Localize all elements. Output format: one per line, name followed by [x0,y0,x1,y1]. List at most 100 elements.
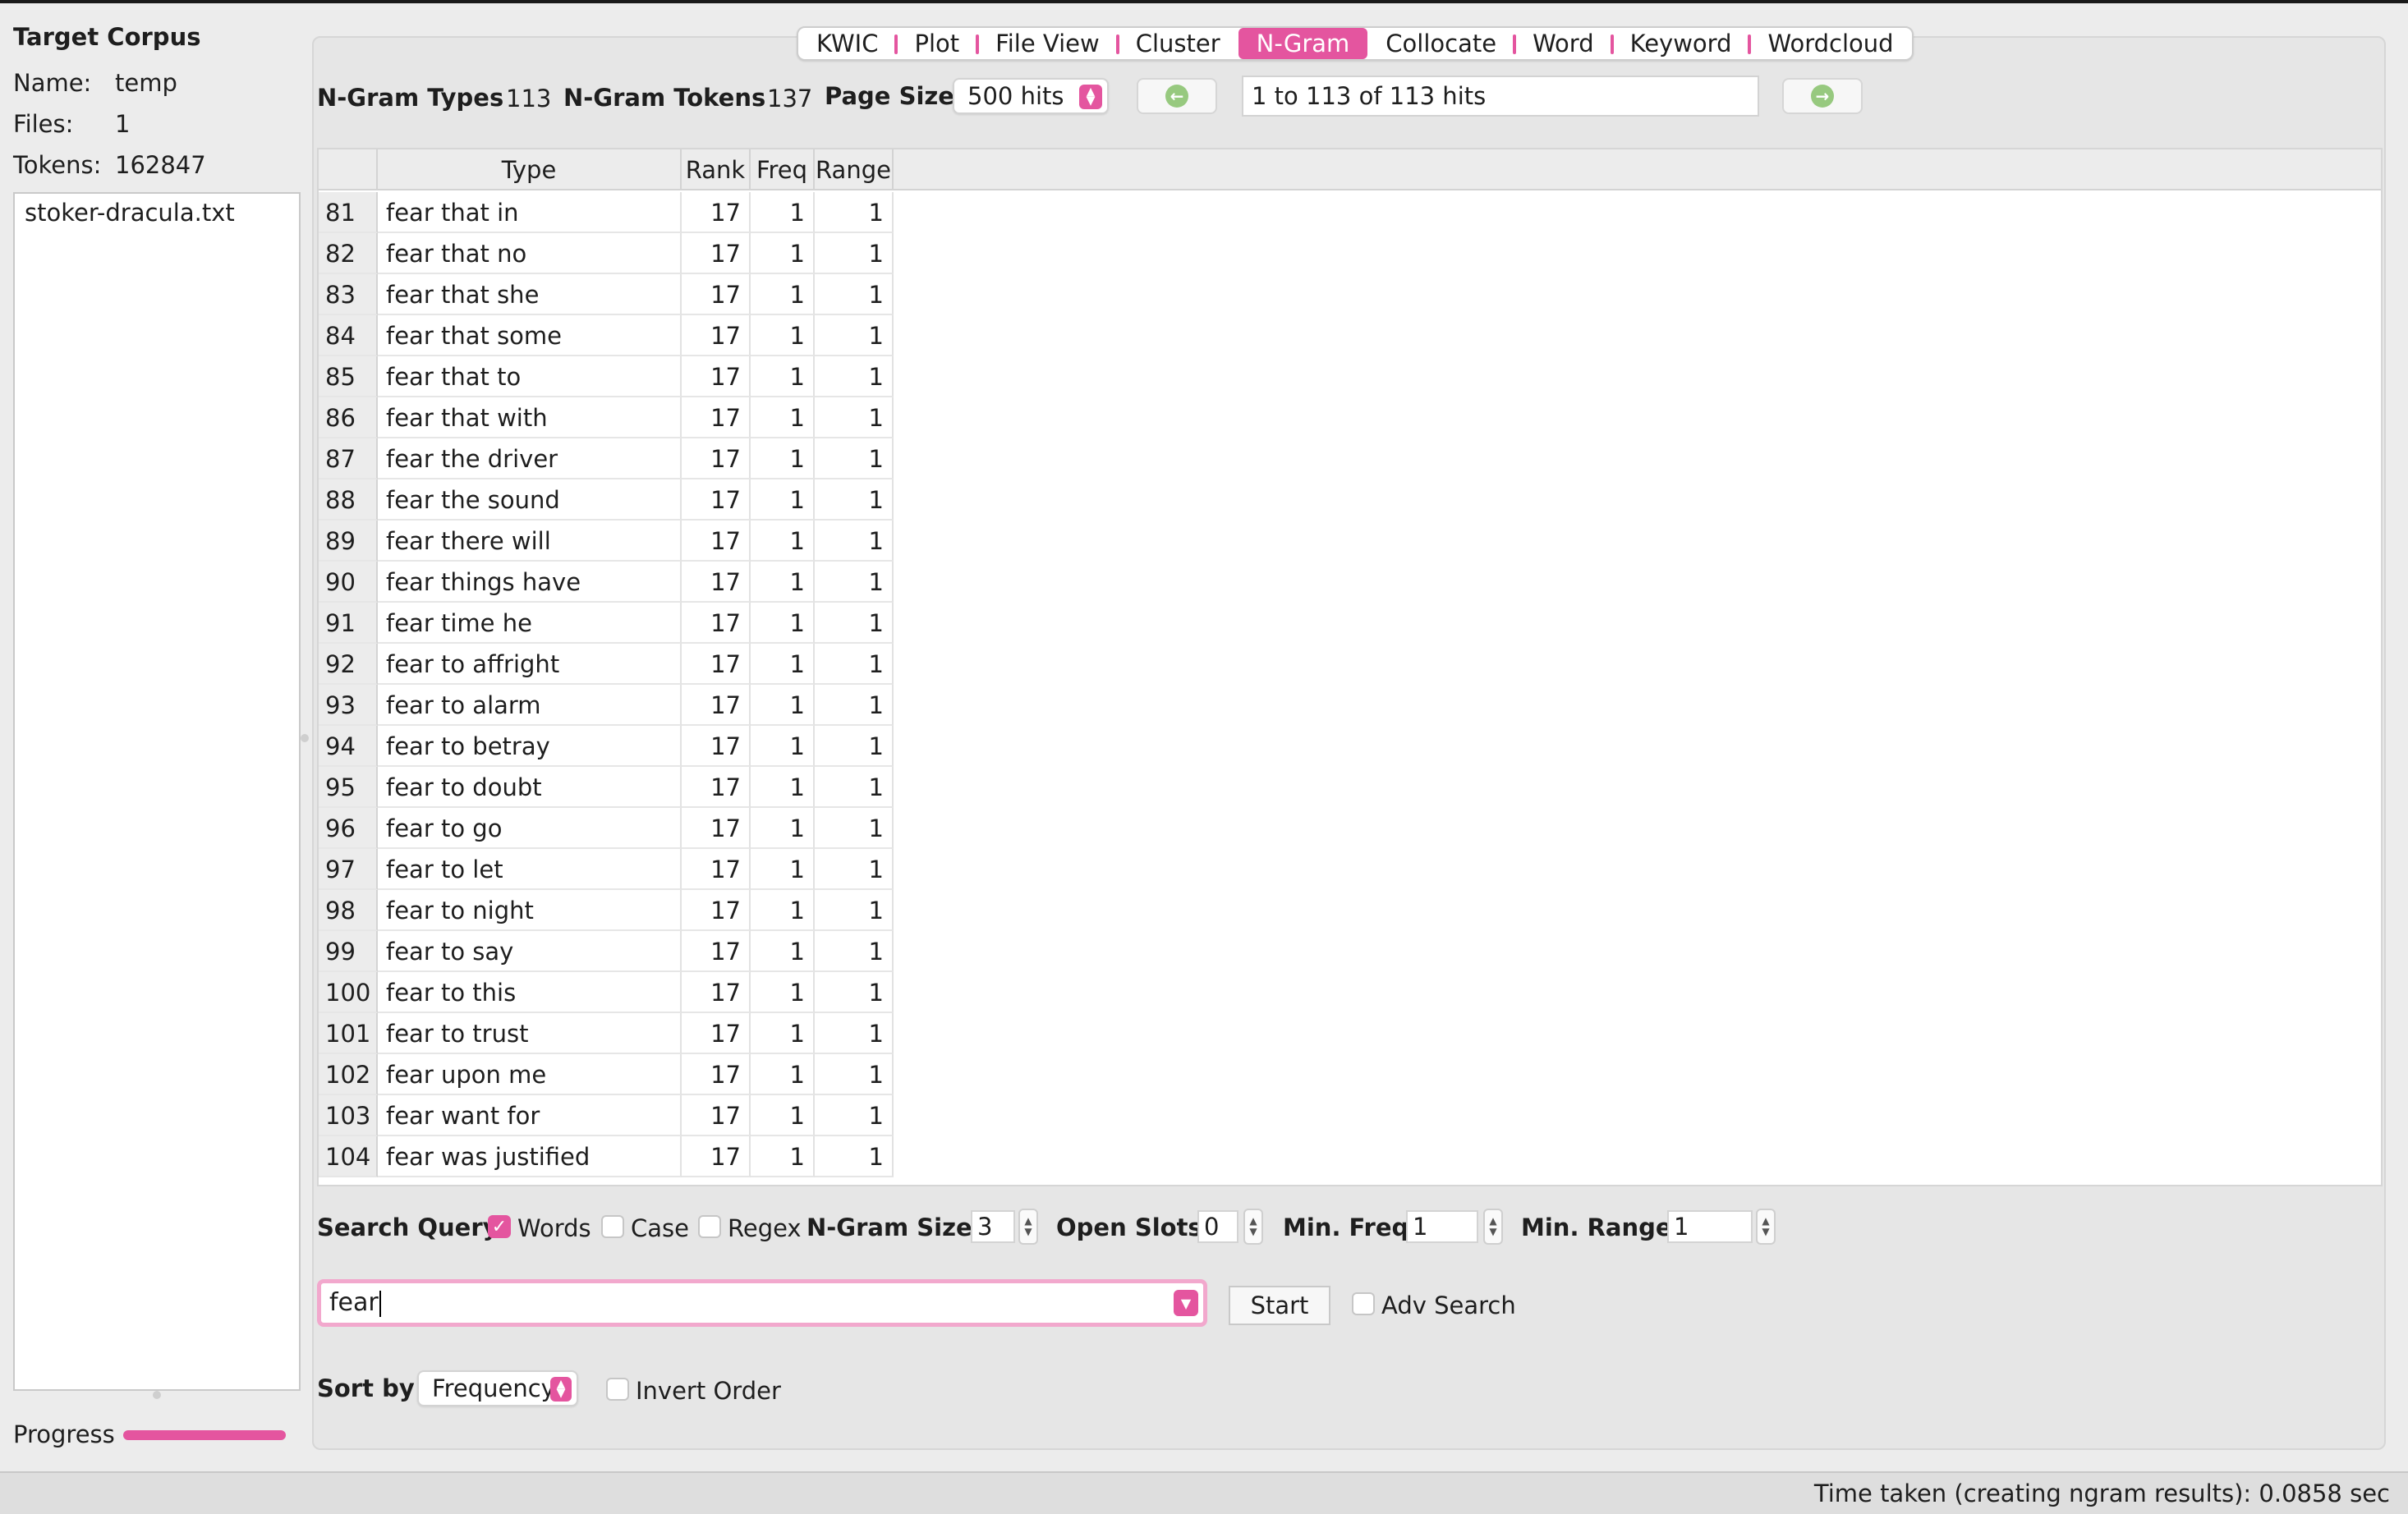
row-index-cell: 84 [319,315,378,356]
tab-wordcloud[interactable]: Wordcloud [1748,28,1911,59]
tool-tabs: KWIC Plot File View Cluster N-Gram Collocate W… [797,26,1914,61]
tab-word[interactable]: Word [1513,28,1612,59]
tab-keyword[interactable]: Keyword [1610,28,1750,59]
table-row[interactable]: 104 fear was justified 17 1 1 [319,1136,2381,1177]
search-query-input[interactable]: fear [329,1283,381,1323]
type-cell: fear was justified [378,1136,682,1177]
status-text: Time taken (creating ngram results): 0.0… [1813,1480,2390,1507]
table-row[interactable]: 100 fear to this 17 1 1 [319,972,2381,1013]
tab-cluster[interactable]: Cluster [1115,28,1238,59]
rank-cell: 17 [682,972,751,1013]
type-cell: fear to go [378,808,682,849]
range-cell: 1 [815,972,894,1013]
table-row[interactable]: 81 fear that in 17 1 1 [319,192,2381,233]
table-row[interactable]: 93 fear to alarm 17 1 1 [319,685,2381,726]
freq-cell: 1 [751,726,815,767]
table-row[interactable]: 90 fear things have 17 1 1 [319,562,2381,603]
table-row[interactable]: 83 fear that she 17 1 1 [319,274,2381,315]
corpus-file-list[interactable]: stoker-dracula.txt [13,192,301,1391]
invert-order-checkbox[interactable] [606,1378,629,1401]
table-row[interactable]: 85 fear that to 17 1 1 [319,356,2381,397]
min-freq-stepper[interactable]: ▲ ▼ [1483,1209,1503,1245]
column-header-index [319,149,378,189]
chevron-down-icon[interactable]: ▼ [1174,1290,1198,1316]
table-row[interactable]: 102 fear upon me 17 1 1 [319,1054,2381,1095]
corpus-tokens-value: 162847 [115,151,206,179]
table-row[interactable]: 103 fear want for 17 1 1 [319,1095,2381,1136]
freq-cell: 1 [751,274,815,315]
open-slots-stepper[interactable]: ▲ ▼ [1243,1209,1263,1245]
ngram-size-field[interactable]: 3 [971,1210,1015,1243]
table-row[interactable]: 95 fear to doubt 17 1 1 [319,767,2381,808]
page-size-select[interactable]: 500 hits ▲ ▼ [953,78,1109,114]
table-row[interactable]: 99 fear to say 17 1 1 [319,931,2381,972]
row-index-cell: 96 [319,808,378,849]
corpus-file-item[interactable]: stoker-dracula.txt [15,194,299,232]
adv-search-checkbox[interactable] [1352,1292,1375,1315]
tab-n-gram[interactable]: N-Gram [1238,28,1368,59]
rank-cell: 17 [682,356,751,397]
freq-cell: 1 [751,1095,815,1136]
table-row[interactable]: 86 fear that with 17 1 1 [319,397,2381,438]
regex-checkbox[interactable] [698,1215,721,1238]
table-row[interactable]: 88 fear the sound 17 1 1 [319,479,2381,521]
type-cell: fear that with [378,397,682,438]
range-cell: 1 [815,767,894,808]
words-checkbox[interactable]: ✓ [488,1215,511,1238]
prev-page-button[interactable]: ← [1137,78,1217,114]
type-cell: fear the sound [378,479,682,521]
column-header-type[interactable]: Type [378,149,682,189]
row-index-cell: 97 [319,849,378,890]
ngram-results-table[interactable]: 81 fear that in 17 1 1 82 fear that no 17 1 1 83 fe… [317,148,2383,1186]
min-range-stepper[interactable]: ▲ ▼ [1756,1209,1776,1245]
table-row[interactable]: 96 fear to go 17 1 1 [319,808,2381,849]
open-slots-label: Open Slots [1056,1213,1202,1241]
table-row[interactable]: 82 fear that no 17 1 1 [319,233,2381,274]
tab-plot[interactable]: Plot [894,28,977,59]
table-header: Type Rank Freq Range [319,149,2381,190]
column-header-range[interactable]: Range [815,149,894,189]
type-cell: fear time he [378,603,682,644]
row-index-cell: 104 [319,1136,378,1177]
freq-cell: 1 [751,438,815,479]
table-row[interactable]: 101 fear to trust 17 1 1 [319,1013,2381,1054]
table-row[interactable]: 89 fear there will 17 1 1 [319,521,2381,562]
row-index-cell: 89 [319,521,378,562]
table-row[interactable]: 97 fear to let 17 1 1 [319,849,2381,890]
type-cell: fear upon me [378,1054,682,1095]
ngram-tokens-value: 137 [767,85,813,112]
table-row[interactable]: 92 fear to affright 17 1 1 [319,644,2381,685]
next-page-button[interactable]: → [1782,78,1863,114]
range-cell: 1 [815,931,894,972]
min-range-field[interactable]: 1 [1667,1210,1753,1243]
table-row[interactable]: 98 fear to night 17 1 1 [319,890,2381,931]
search-query-combobox[interactable]: fear ▼ [317,1279,1207,1327]
type-cell: fear that she [378,274,682,315]
tab-kwic[interactable]: KWIC [798,28,896,59]
row-index-cell: 92 [319,644,378,685]
table-row[interactable]: 87 fear the driver 17 1 1 [319,438,2381,479]
rank-cell: 17 [682,479,751,521]
rank-cell: 17 [682,1095,751,1136]
hits-range-field[interactable]: 1 to 113 of 113 hits [1242,76,1759,117]
case-checkbox[interactable] [601,1215,624,1238]
case-label: Case [631,1214,689,1242]
open-slots-field[interactable]: 0 [1197,1210,1238,1243]
start-button[interactable]: Start [1229,1286,1330,1325]
freq-cell: 1 [751,808,815,849]
splitter-handle[interactable] [153,1391,161,1399]
tab-file-view[interactable]: File View [976,28,1118,59]
min-freq-field[interactable]: 1 [1406,1210,1478,1243]
type-cell: fear things have [378,562,682,603]
tab-collocate[interactable]: Collocate [1367,28,1514,59]
table-row[interactable]: 94 fear to betray 17 1 1 [319,726,2381,767]
ngram-size-stepper[interactable]: ▲ ▼ [1018,1209,1038,1245]
column-header-rank[interactable]: Rank [682,149,751,189]
type-cell: fear to alarm [378,685,682,726]
table-row[interactable]: 91 fear time he 17 1 1 [319,603,2381,644]
table-row[interactable]: 84 fear that some 17 1 1 [319,315,2381,356]
splitter-handle-vertical[interactable] [301,734,309,742]
column-header-freq[interactable]: Freq [751,149,815,189]
sort-by-select[interactable]: Frequency ▲ ▼ [417,1370,578,1406]
type-cell: fear to trust [378,1013,682,1054]
